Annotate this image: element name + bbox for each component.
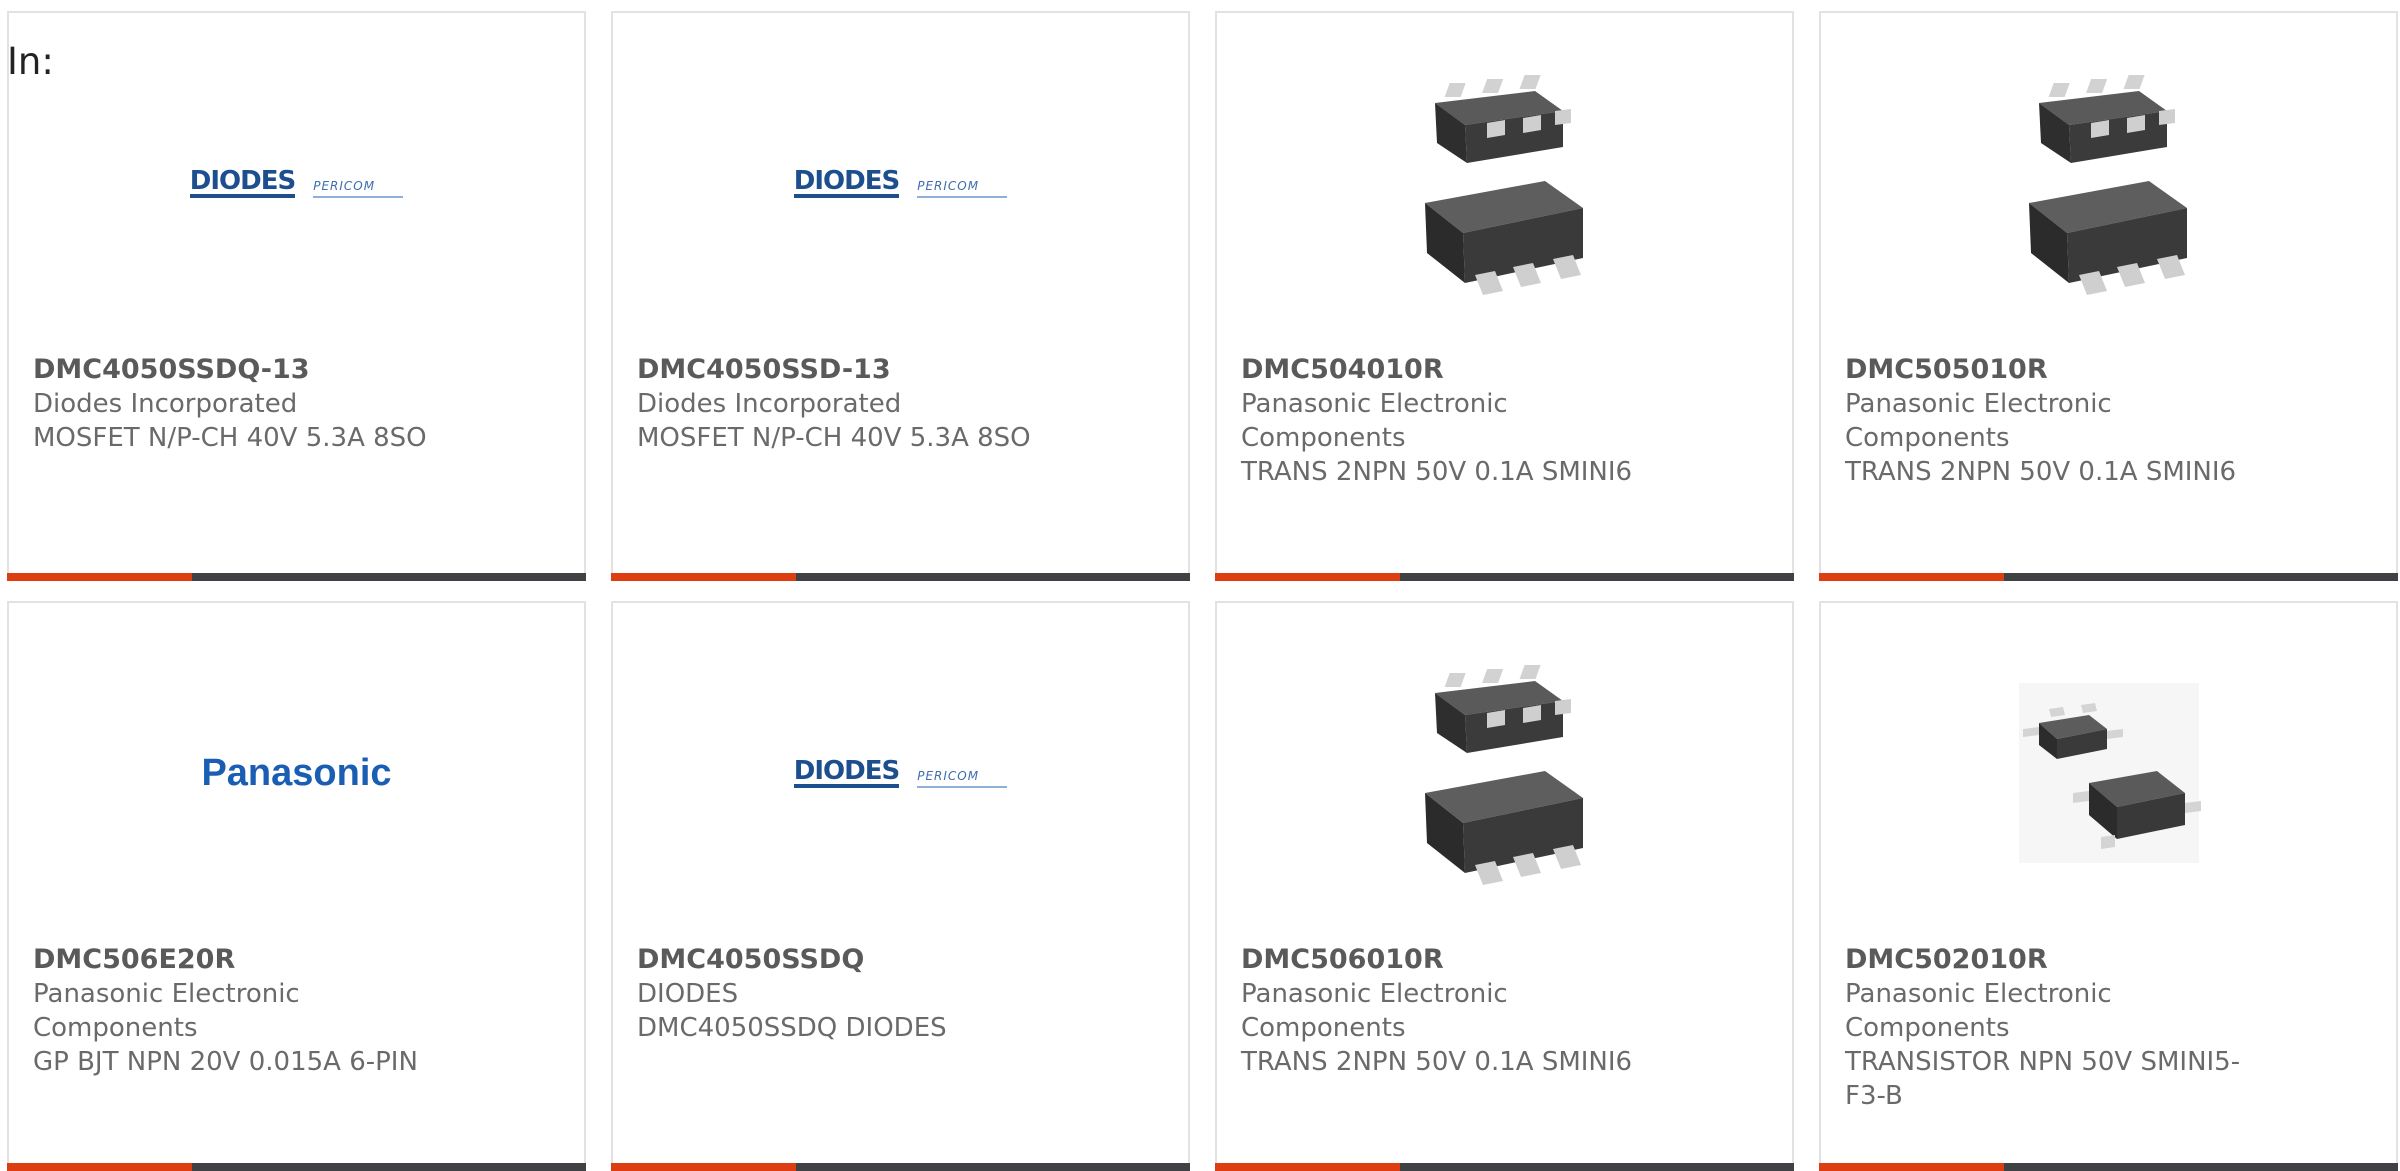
card-accent-bar bbox=[611, 573, 1190, 581]
product-card[interactable]: DIODES PERICOM DMC4050SSD-13 Diodes Inco… bbox=[611, 11, 1190, 581]
description: DMC4050SSDQ DIODES bbox=[637, 1013, 947, 1043]
product-image: DIODES PERICOM bbox=[9, 13, 584, 353]
panasonic-logo-icon: Panasonic bbox=[201, 751, 392, 794]
part-number[interactable]: DMC4050SSD-13 bbox=[637, 353, 1057, 387]
description: GP BJT NPN 20V 0.015A 6-PIN bbox=[33, 1047, 418, 1077]
product-image: DIODES PERICOM bbox=[613, 603, 1188, 943]
product-card[interactable]: Panasonic DMC506E20R Panasonic Electroni… bbox=[7, 601, 586, 1171]
part-number[interactable]: DMC4050SSDQ bbox=[637, 943, 1057, 977]
description: MOSFET N/P-CH 40V 5.3A 8SO bbox=[33, 423, 427, 453]
product-image bbox=[1821, 13, 2396, 353]
product-image: Panasonic bbox=[9, 603, 584, 943]
part-number[interactable]: DMC504010R bbox=[1241, 353, 1661, 387]
product-image bbox=[1217, 603, 1792, 943]
part-number[interactable]: DMC505010R bbox=[1845, 353, 2265, 387]
description: MOSFET N/P-CH 40V 5.3A 8SO bbox=[637, 423, 1031, 453]
manufacturer: DIODES bbox=[637, 979, 739, 1009]
card-accent-bar bbox=[1819, 573, 2398, 581]
diodes-pericom-logo-icon: DIODES PERICOM bbox=[793, 168, 1008, 198]
product-grid: DIODES PERICOM DMC4050SSDQ-13 Diodes Inc… bbox=[7, 11, 2400, 1171]
product-card[interactable]: DMC502010R Panasonic Electronic Componen… bbox=[1819, 601, 2398, 1171]
part-number[interactable]: DMC506010R bbox=[1241, 943, 1661, 977]
card-accent-bar bbox=[7, 573, 586, 581]
smini5-package-icon bbox=[2018, 683, 2201, 863]
description: TRANSISTOR NPN 50V SMINI5-F3-B bbox=[1845, 1047, 2241, 1111]
manufacturer: Panasonic Electronic Components bbox=[1241, 389, 1508, 453]
description: TRANS 2NPN 50V 0.1A SMINI6 bbox=[1845, 457, 2237, 487]
manufacturer: Diodes Incorporated bbox=[637, 389, 902, 419]
description: TRANS 2NPN 50V 0.1A SMINI6 bbox=[1241, 457, 1633, 487]
card-accent-bar bbox=[1215, 573, 1794, 581]
product-card[interactable]: DIODES PERICOM DMC4050SSDQ DIODES DMC405… bbox=[611, 601, 1190, 1171]
product-card[interactable]: DMC505010R Panasonic Electronic Componen… bbox=[1819, 11, 2398, 581]
diodes-pericom-logo-icon: DIODES PERICOM bbox=[189, 168, 404, 198]
product-card[interactable]: DMC504010R Panasonic Electronic Componen… bbox=[1215, 11, 1794, 581]
card-accent-bar bbox=[1819, 1163, 2398, 1171]
product-image: DIODES PERICOM bbox=[613, 13, 1188, 353]
product-card[interactable]: DIODES PERICOM DMC4050SSDQ-13 Diodes Inc… bbox=[7, 11, 586, 581]
manufacturer: Panasonic Electronic Components bbox=[1845, 389, 2112, 453]
card-accent-bar bbox=[1215, 1163, 1794, 1171]
manufacturer: Panasonic Electronic Components bbox=[33, 979, 300, 1043]
manufacturer: Panasonic Electronic Components bbox=[1241, 979, 1508, 1043]
product-image bbox=[1217, 13, 1792, 353]
card-accent-bar bbox=[611, 1163, 1190, 1171]
part-number[interactable]: DMC506E20R bbox=[33, 943, 453, 977]
part-number[interactable]: DMC4050SSDQ-13 bbox=[33, 353, 453, 387]
diodes-pericom-logo-icon: DIODES PERICOM bbox=[793, 758, 1008, 788]
filter-label: In: bbox=[7, 40, 54, 83]
product-image bbox=[1821, 603, 2396, 943]
card-accent-bar bbox=[7, 1163, 586, 1171]
part-number[interactable]: DMC502010R bbox=[1845, 943, 2265, 977]
smini6-package-icon bbox=[2028, 75, 2187, 295]
manufacturer: Panasonic Electronic Components bbox=[1845, 979, 2112, 1043]
smini6-package-icon bbox=[1424, 665, 1583, 885]
description: TRANS 2NPN 50V 0.1A SMINI6 bbox=[1241, 1047, 1633, 1077]
smini6-package-icon bbox=[1424, 75, 1583, 295]
manufacturer: Diodes Incorporated bbox=[33, 389, 298, 419]
product-card[interactable]: DMC506010R Panasonic Electronic Componen… bbox=[1215, 601, 1794, 1171]
